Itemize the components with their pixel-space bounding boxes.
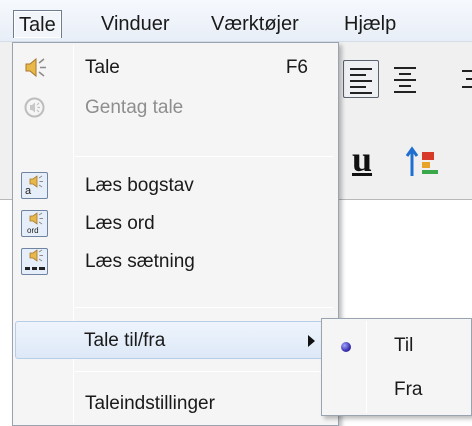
menu-item-tale[interactable]: Tale F6 <box>15 49 336 87</box>
menu-item-label: Tale til/fra <box>84 330 166 351</box>
menu-bar: Tale Vinduer Værktøjer Hjælp <box>0 0 472 42</box>
submenu-item-til[interactable]: Til <box>324 325 469 367</box>
menu-item-label: Taleindstillinger <box>85 393 215 414</box>
menu-separator <box>75 156 333 157</box>
menu-item-label: Gentag tale <box>85 97 184 118</box>
icon-word-text: ord <box>27 226 39 235</box>
align-right-button[interactable] <box>460 60 472 98</box>
submenu-item-label: Fra <box>394 379 423 400</box>
menu-item-laes-ord[interactable]: ord Læs ord <box>15 205 336 243</box>
menu-item-laes-bogstav[interactable]: a Læs bogstav <box>15 167 336 205</box>
menu-hjaelp[interactable]: Hjælp <box>338 10 402 38</box>
align-center-button[interactable] <box>388 60 422 98</box>
submenu-arrow-icon <box>308 335 315 347</box>
menu-item-laes-saetning[interactable]: Læs sætning <box>15 243 336 281</box>
sort-icon[interactable] <box>404 142 444 189</box>
menu-item-tale-til-fra[interactable]: Tale til/fra <box>15 321 336 359</box>
menu-separator <box>75 371 333 372</box>
read-letter-icon: a <box>21 172 48 199</box>
menu-item-gentag-tale: Gentag tale <box>15 89 336 127</box>
tale-dropdown-menu: Tale F6 Gentag tale a Læs bogstav ord Læ… <box>12 42 339 426</box>
speaker-icon <box>21 54 48 81</box>
icon-letter-text: a <box>25 185 32 197</box>
menu-separator <box>75 307 333 308</box>
submenu-item-fra[interactable]: Fra <box>324 369 469 411</box>
menu-vinduer[interactable]: Vinduer <box>95 10 176 38</box>
menu-item-label: Læs ord <box>85 213 155 234</box>
menu-tale[interactable]: Tale <box>13 10 62 38</box>
menu-vaerktojer[interactable]: Værktøjer <box>205 10 305 38</box>
menu-item-label: Læs bogstav <box>85 175 194 196</box>
menu-item-taleindstillinger[interactable]: Taleindstillinger <box>15 385 336 423</box>
menu-item-label: Læs sætning <box>85 251 195 272</box>
align-left-button[interactable] <box>343 60 379 98</box>
repeat-speech-icon <box>21 94 48 121</box>
read-word-icon: ord <box>21 210 48 237</box>
shortcut-label: F6 <box>285 57 308 78</box>
radio-selected-icon <box>341 342 351 352</box>
tale-til-fra-submenu: Til Fra <box>321 318 472 416</box>
read-sentence-icon <box>21 248 48 275</box>
menu-item-label: Tale <box>85 57 120 78</box>
underline-button[interactable]: u <box>352 138 372 180</box>
submenu-item-label: Til <box>394 335 414 356</box>
